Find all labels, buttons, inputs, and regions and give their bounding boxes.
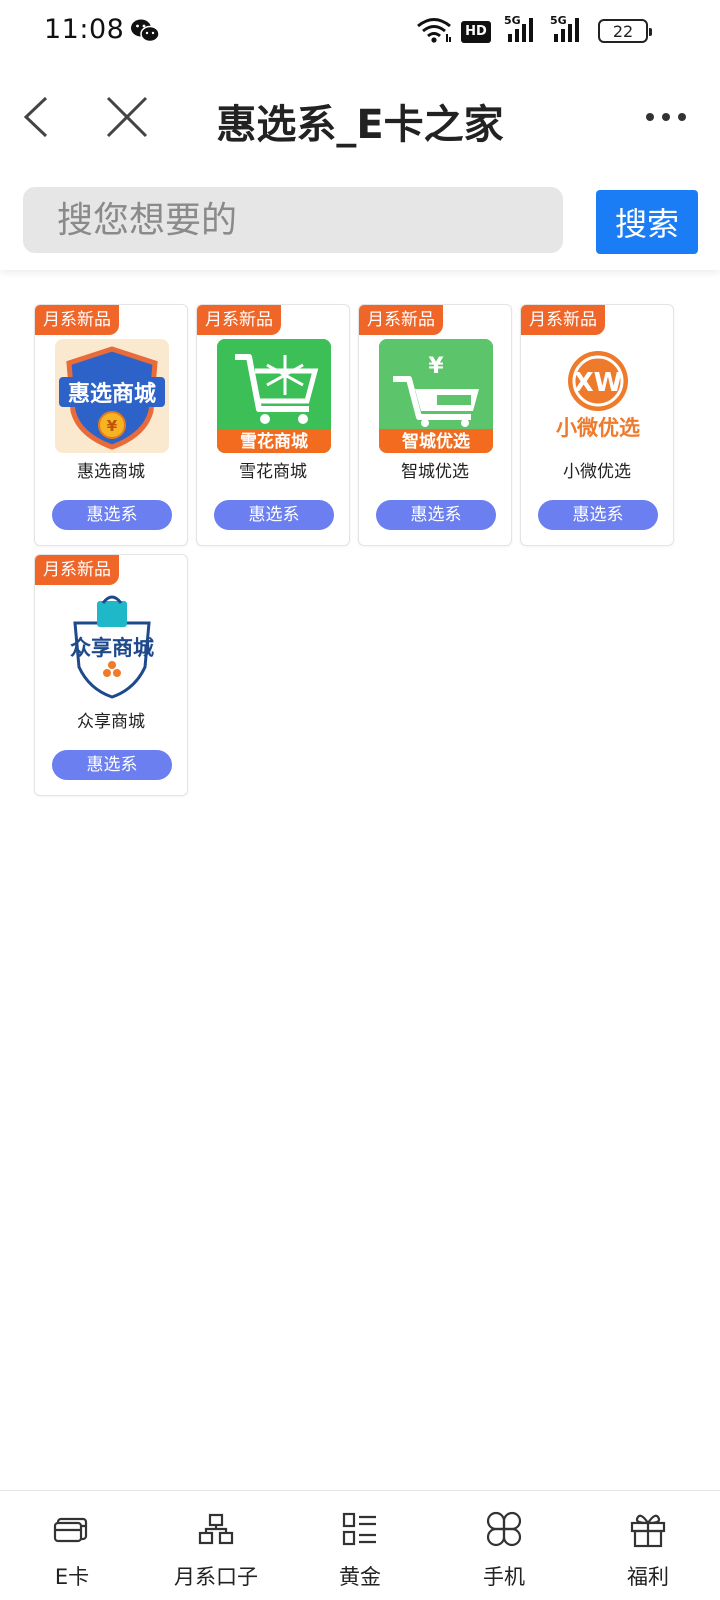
dot-icon bbox=[662, 113, 670, 121]
logo-text: 小微优选 bbox=[556, 416, 640, 440]
search-button[interactable]: 搜索 bbox=[596, 190, 698, 254]
category-tag-button[interactable]: 惠选系 bbox=[52, 750, 172, 780]
product-card[interactable]: 月系新品 ¥ 智城优选 智城优选 惠选系 bbox=[358, 304, 512, 546]
product-name: 智城优选 bbox=[401, 462, 469, 482]
battery-indicator: 22 bbox=[598, 19, 652, 43]
nav-item-monthly[interactable]: 月系口子 bbox=[144, 1491, 288, 1600]
svg-text:¥: ¥ bbox=[428, 354, 444, 379]
gift-icon bbox=[630, 1514, 666, 1548]
search-input[interactable] bbox=[23, 187, 563, 253]
product-card[interactable]: 月系新品 雪花商城 雪花商城 惠选系 bbox=[196, 304, 350, 546]
product-card[interactable]: 月系新品 XW 小微优选 小微优选 惠选系 bbox=[520, 304, 674, 546]
nav-label: 月系口子 bbox=[174, 1565, 258, 1589]
dot-icon bbox=[646, 113, 654, 121]
product-card[interactable]: 月系新品 惠选商城 ¥ 惠选商城 惠选系 bbox=[34, 304, 188, 546]
product-name: 惠选商城 bbox=[77, 462, 145, 482]
zhicheng-youxuan-logo: ¥ 智城优选 bbox=[379, 339, 493, 453]
status-bar: 11:08 HD 5G 5G 22 bbox=[0, 0, 720, 66]
card-icon bbox=[53, 1517, 88, 1543]
bottom-nav: E卡 月系口子 黄金 手机 福利 bbox=[0, 1490, 720, 1600]
nav-item-phone[interactable]: 手机 bbox=[432, 1491, 576, 1600]
logo-text: 雪花商城 bbox=[240, 431, 308, 452]
more-options-button[interactable] bbox=[646, 110, 686, 124]
category-tag-button[interactable]: 惠选系 bbox=[376, 500, 496, 530]
new-badge: 月系新品 bbox=[359, 305, 443, 335]
nav-label: 福利 bbox=[627, 1565, 669, 1589]
new-badge: 月系新品 bbox=[197, 305, 281, 335]
nav-item-ecard[interactable]: E卡 bbox=[0, 1491, 144, 1600]
signal-icon-2: 5G bbox=[550, 14, 586, 44]
new-badge: 月系新品 bbox=[521, 305, 605, 335]
product-name: 雪花商城 bbox=[239, 462, 307, 482]
zhongxiang-mall-logo: 众享商城 bbox=[55, 589, 169, 703]
xuehua-mall-logo: 雪花商城 bbox=[217, 339, 331, 453]
logo-text: 惠选商城 bbox=[68, 381, 156, 407]
product-card[interactable]: 月系新品 众享商城 众享商城 惠选系 bbox=[34, 554, 188, 796]
status-time: 11:08 bbox=[44, 14, 125, 45]
clover-icon bbox=[486, 1511, 522, 1547]
wifi-icon bbox=[417, 18, 451, 43]
title-bar: 惠选系_E卡之家 bbox=[0, 66, 720, 170]
svg-text:¥: ¥ bbox=[107, 417, 118, 435]
hd-indicator: HD bbox=[461, 21, 491, 43]
new-badge: 月系新品 bbox=[35, 555, 119, 585]
nav-label: 手机 bbox=[483, 1565, 525, 1589]
xiaowei-youxuan-logo: XW 小微优选 bbox=[541, 339, 655, 453]
nav-label: E卡 bbox=[54, 1565, 90, 1589]
product-name: 小微优选 bbox=[563, 462, 631, 482]
category-tag-button[interactable]: 惠选系 bbox=[538, 500, 658, 530]
logo-text: 众享商城 bbox=[70, 636, 154, 660]
product-name: 众享商城 bbox=[77, 712, 145, 732]
wechat-icon bbox=[131, 19, 160, 43]
category-tag-button[interactable]: 惠选系 bbox=[214, 500, 334, 530]
list-icon bbox=[342, 1512, 376, 1546]
logo-text: 智城优选 bbox=[402, 431, 470, 452]
new-badge: 月系新品 bbox=[35, 305, 119, 335]
huixuan-mall-logo: 惠选商城 ¥ bbox=[55, 339, 169, 453]
nav-item-gold[interactable]: 黄金 bbox=[288, 1491, 432, 1600]
category-tag-button[interactable]: 惠选系 bbox=[52, 500, 172, 530]
page-title: 惠选系_E卡之家 bbox=[216, 102, 504, 148]
svg-text:XW: XW bbox=[574, 368, 623, 398]
search-bar: 搜索 bbox=[0, 170, 720, 270]
nav-item-welfare[interactable]: 福利 bbox=[576, 1491, 720, 1600]
dot-icon bbox=[678, 113, 686, 121]
org-icon bbox=[198, 1513, 234, 1545]
signal-icon-1: 5G bbox=[504, 14, 540, 44]
nav-label: 黄金 bbox=[339, 1565, 381, 1589]
